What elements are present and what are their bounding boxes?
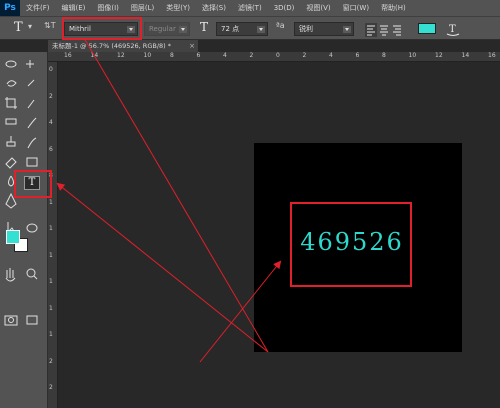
document-tab-bar: 未标题-1 @ 56.7% (469526, RGB/8) * × <box>48 40 500 52</box>
antialias-dropdown[interactable]: 锐利 <box>294 22 354 36</box>
font-style-dropdown[interactable]: Regular <box>144 22 190 36</box>
ruler-left-label: 1 <box>49 225 53 232</box>
toolbox: T <box>0 52 48 408</box>
menu-bar: Ps 文件(F) 编辑(E) 图像(I) 图层(L) 类型(Y) 选择(S) 滤… <box>0 0 500 16</box>
ruler-top-label: 4 <box>329 52 333 59</box>
menu-select[interactable]: 选择(S) <box>196 3 232 13</box>
menu-filter[interactable]: 滤镜(T) <box>232 3 268 13</box>
ruler-left-label: 0 <box>49 66 53 73</box>
menu-help[interactable]: 帮助(H) <box>375 3 412 13</box>
menu-image[interactable]: 图像(I) <box>91 3 125 13</box>
ruler-top-label: 4 <box>223 52 227 59</box>
ruler-left-label: 1 <box>49 251 53 259</box>
ruler-top-label: 0 <box>276 52 280 59</box>
ruler-top-label: 6 <box>196 52 201 59</box>
text-color-swatch[interactable] <box>418 23 436 34</box>
font-size-icon: T <box>200 20 209 34</box>
font-style-value: Regular <box>149 25 176 33</box>
annotation-box-type-tool <box>14 170 52 198</box>
font-size-value: 72 点 <box>221 25 240 33</box>
ruler-left-label: 2 <box>49 92 53 100</box>
menu-edit[interactable]: 编辑(E) <box>56 3 92 13</box>
ruler-top-label: 8 <box>382 52 386 59</box>
text-orientation-icon[interactable]: ⇅T <box>44 21 56 35</box>
menu-view[interactable]: 视图(V) <box>300 3 336 13</box>
menu-file[interactable]: 文件(F) <box>20 3 56 13</box>
ruler-top-label: 12 <box>117 52 125 59</box>
ruler-top: 16 14 12 10 8 6 4 2 0 2 4 6 8 10 12 14 16 <box>48 52 500 62</box>
svg-text:T: T <box>449 24 456 35</box>
ruler-left-label: 1 <box>49 331 53 338</box>
ruler-top-label: 8 <box>170 52 174 59</box>
ruler-left-label: 1 <box>49 198 53 206</box>
text-align-icons[interactable] <box>364 23 406 37</box>
document-tab[interactable]: 未标题-1 @ 56.7% (469526, RGB/8) * × <box>48 40 198 52</box>
ruler-left-label: 4 <box>49 119 53 126</box>
ruler-left: 0246811111122 <box>48 62 58 408</box>
photoshop-window: Ps 文件(F) 编辑(E) 图像(I) 图层(L) 类型(Y) 选择(S) 滤… <box>0 0 500 408</box>
ruler-top-label: 2 <box>249 52 254 59</box>
ruler-left-label: 2 <box>49 357 53 365</box>
align-buttons <box>364 22 406 37</box>
menu-3d[interactable]: 3D(D) <box>268 4 301 12</box>
ruler-top-label: 16 <box>64 52 72 59</box>
menu-type[interactable]: 类型(Y) <box>160 3 196 13</box>
ruler-left-label: 6 <box>49 145 53 153</box>
chevron-down-icon <box>179 26 187 33</box>
ruler-left-label: 1 <box>49 304 53 312</box>
ruler-left-label: 2 <box>49 384 53 391</box>
font-size-dropdown[interactable]: 72 点 <box>216 22 268 36</box>
ruler-top-label: 16 <box>488 52 496 59</box>
antialias-value: 锐利 <box>299 25 313 33</box>
ruler-top-label: 14 <box>461 52 470 59</box>
chevron-down-icon <box>257 26 265 33</box>
ruler-left-label: 1 <box>49 278 53 285</box>
ruler-top-label: 10 <box>143 52 152 59</box>
foreground-color-swatch[interactable] <box>6 230 20 244</box>
ruler-top-label: 12 <box>435 52 443 59</box>
tool-preset-caret-icon[interactable]: ▾ <box>28 22 32 36</box>
menu-layer[interactable]: 图层(L) <box>125 3 160 13</box>
warp-text-icon[interactable]: T <box>446 21 460 37</box>
antialias-icon: ªa <box>276 21 285 30</box>
ruler-top-label: 2 <box>302 52 307 59</box>
type-tool-preset-icon[interactable]: T <box>14 20 23 35</box>
annotation-box-font-dropdown <box>62 17 142 40</box>
menu-window[interactable]: 窗口(W) <box>337 3 375 13</box>
ruler-top-label: 6 <box>355 52 360 59</box>
chevron-down-icon <box>343 26 351 33</box>
close-icon[interactable]: × <box>189 40 195 52</box>
ps-logo: Ps <box>0 0 20 16</box>
annotation-box-canvas-text <box>290 202 412 287</box>
ruler-top-label: 10 <box>408 52 417 59</box>
document-tab-title: 未标题-1 @ 56.7% (469526, RGB/8) * <box>52 42 171 50</box>
ruler-top-label: 14 <box>90 52 99 59</box>
